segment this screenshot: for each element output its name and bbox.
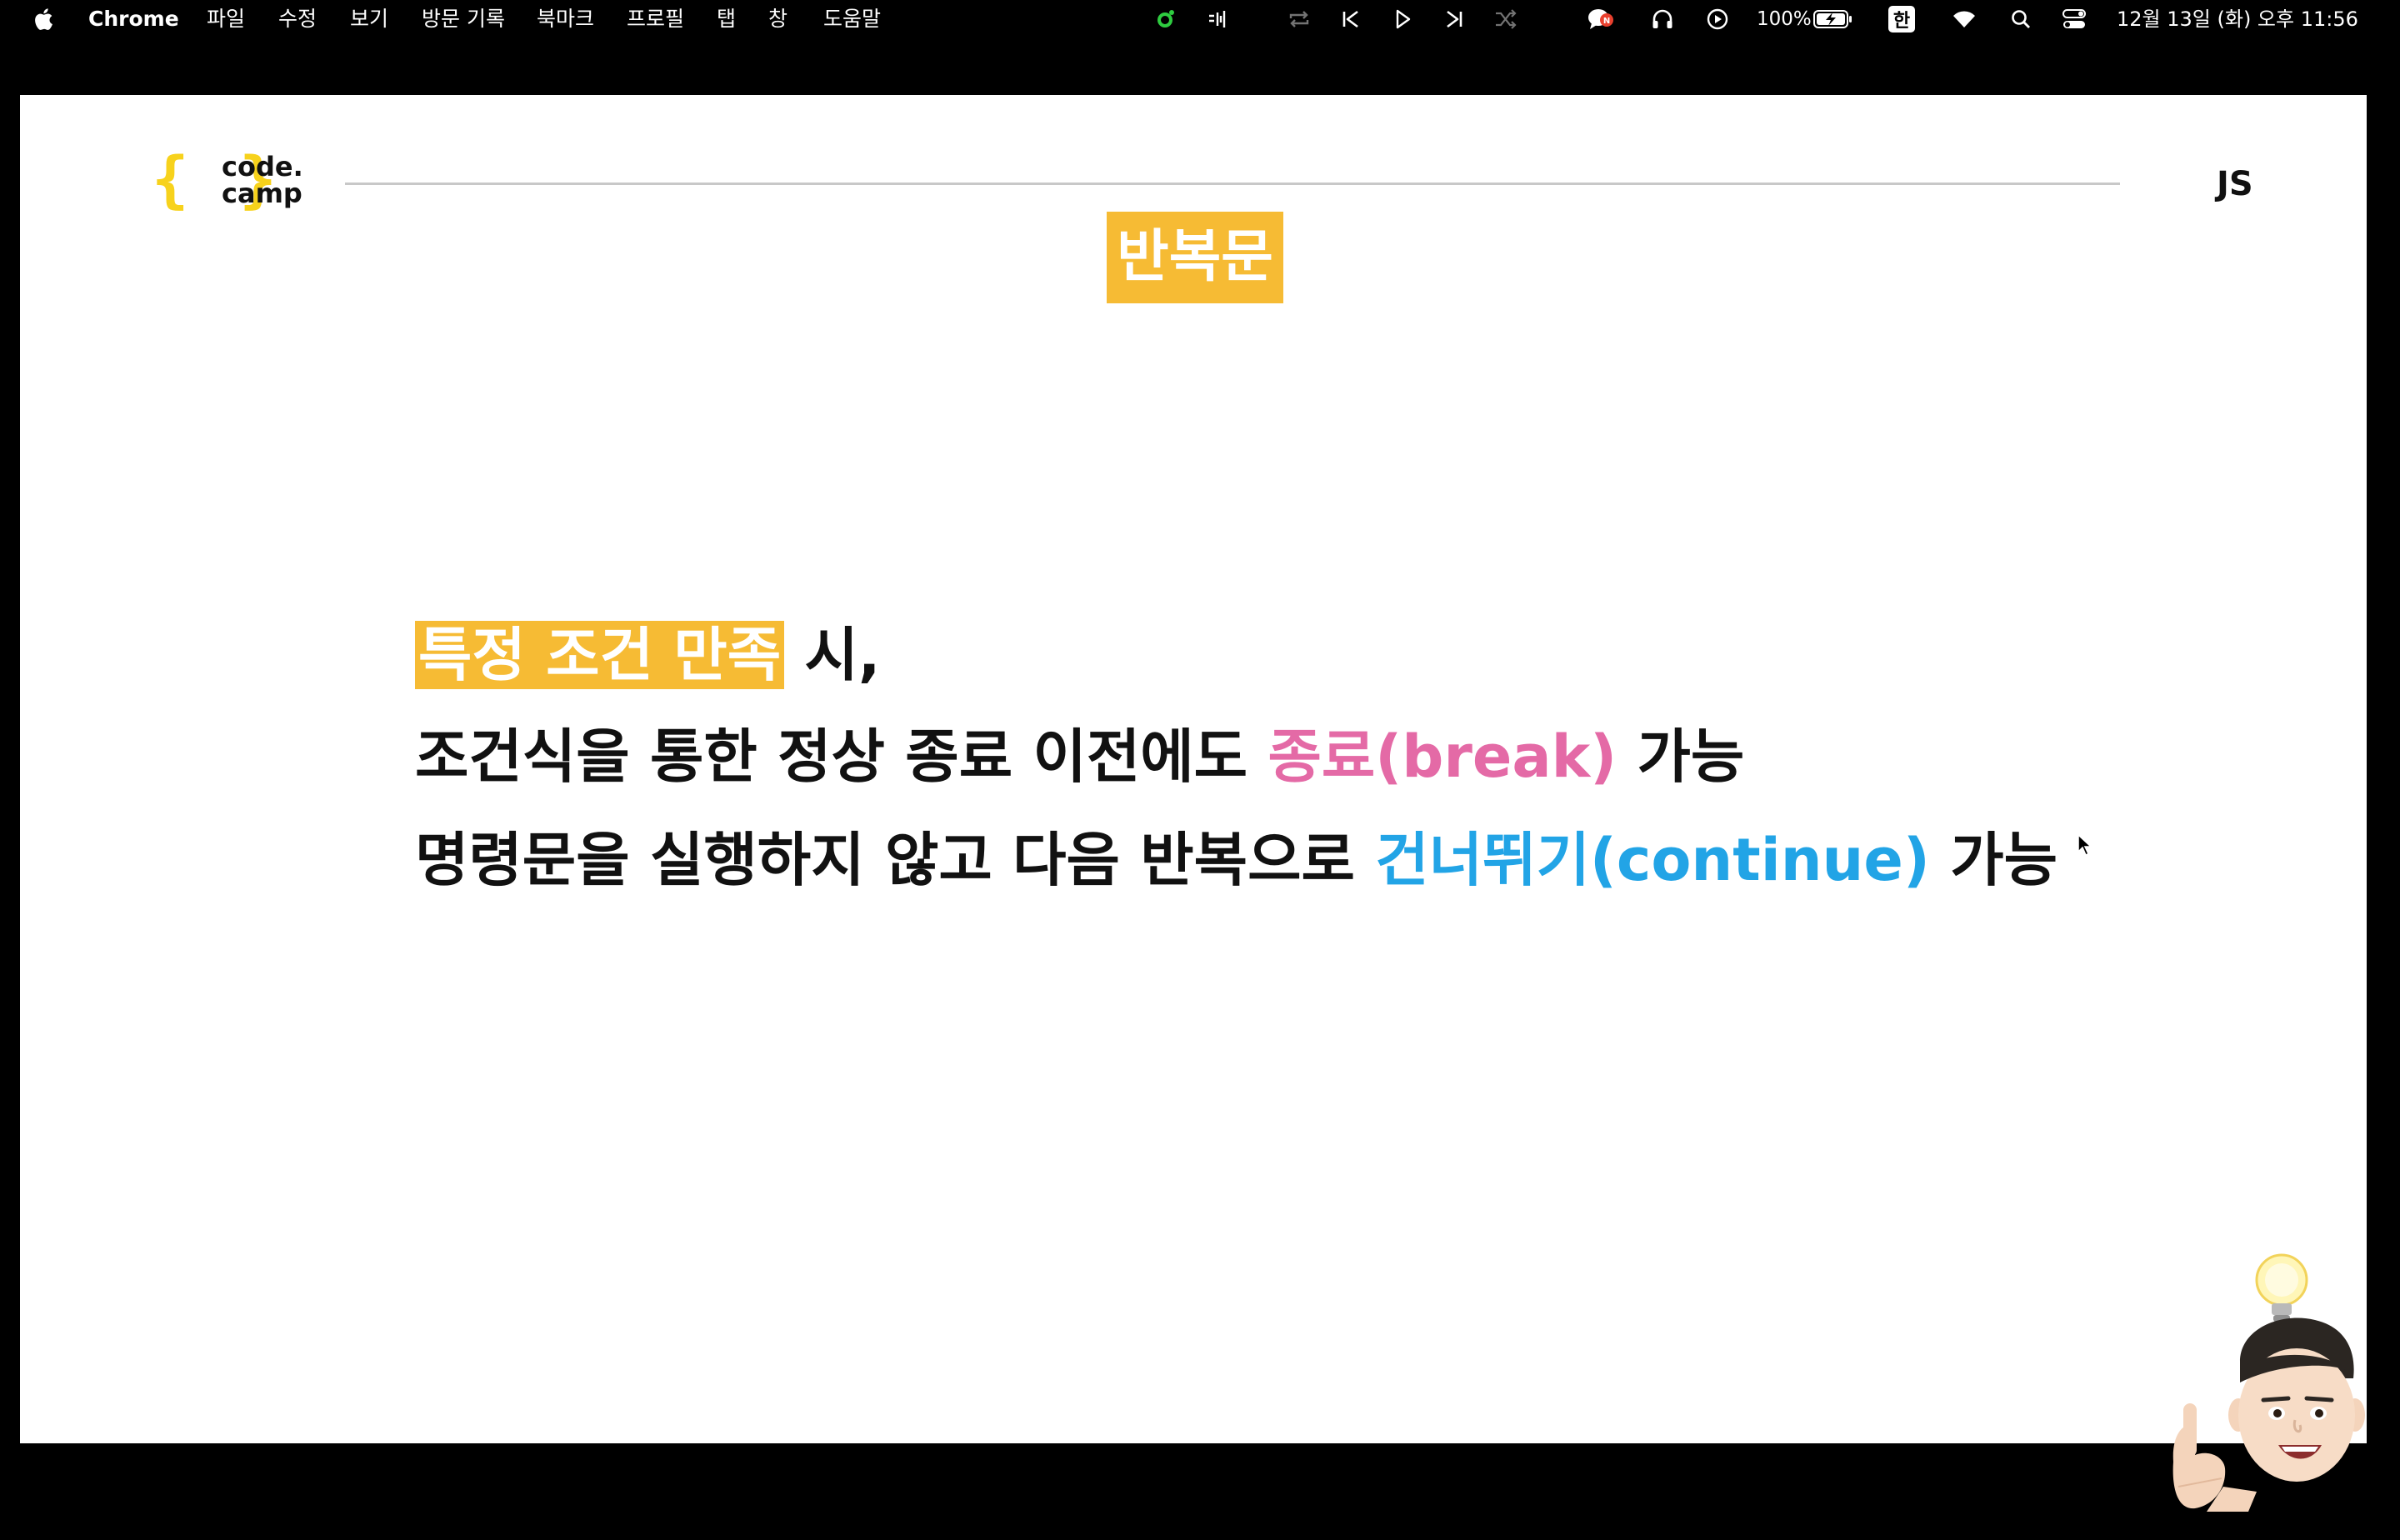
line-2-before: 조건식을 통한 정상 종료 이전에도 xyxy=(415,722,1268,791)
line-2-after: 가능 xyxy=(1617,722,1745,791)
memoji-avatar xyxy=(2157,1237,2367,1537)
repeat-icon[interactable] xyxy=(1285,5,1313,33)
break-keyword: 종료(break) xyxy=(1268,722,1618,791)
shuffle-icon[interactable] xyxy=(1492,5,1520,33)
slide-window: { } code. camp JS 반복문 특정 조건 만족 시, 조건식을 통… xyxy=(20,95,2367,1512)
battery-charging-icon[interactable] xyxy=(1812,5,1855,33)
menubar-datetime[interactable]: 12월 13일 (화) 오후 11:56 xyxy=(2117,4,2358,34)
wifi-icon[interactable] xyxy=(1950,5,1978,33)
slide-title: 반복문 xyxy=(1107,212,1283,303)
notification-icon[interactable]: N xyxy=(1587,5,1615,33)
menu-help[interactable]: 도움말 xyxy=(823,4,881,34)
search-icon[interactable] xyxy=(2007,5,2035,33)
header-divider xyxy=(345,182,2120,185)
logo-line-2: camp xyxy=(222,178,302,209)
line-3-after: 가능 xyxy=(1929,826,2058,894)
continue-keyword: 건너뛰기(continue) xyxy=(1375,826,1930,894)
menu-view[interactable]: 보기 xyxy=(350,4,388,34)
menu-profile[interactable]: 프로필 xyxy=(627,4,684,34)
svg-text:N: N xyxy=(1603,17,1610,26)
menu-tab[interactable]: 탭 xyxy=(717,4,736,34)
lightbulb-icon xyxy=(2255,1253,2308,1322)
line-1-rest: 시, xyxy=(784,621,881,689)
input-method-icon[interactable]: 한 xyxy=(1888,6,1915,32)
body-line-3: 명령문을 실행하지 않고 다음 반복으로 건너뛰기(continue) 가능 xyxy=(415,820,2058,900)
input-method-label: 한 xyxy=(1892,11,1911,32)
control-center-icon[interactable] xyxy=(2060,5,2088,33)
sound-wave-icon[interactable] xyxy=(1203,5,1232,33)
menu-edit[interactable]: 수정 xyxy=(278,4,317,34)
play-icon[interactable] xyxy=(1388,5,1417,33)
highlighted-condition-text: 특정 조건 만족 xyxy=(415,621,785,689)
menu-bookmarks[interactable]: 북마크 xyxy=(537,4,594,34)
line-3-before: 명령문을 실행하지 않고 다음 반복으로 xyxy=(415,826,1376,894)
next-track-icon[interactable] xyxy=(1440,5,1468,33)
logo-line-1: code. xyxy=(222,151,303,182)
menu-bar: Chrome 파일 수정 보기 방문 기록 북마크 프로필 탭 창 도움말 N … xyxy=(0,0,2400,38)
apple-logo-icon[interactable] xyxy=(28,5,57,33)
codecamp-logo-text: code. camp xyxy=(222,153,338,207)
battery-percent: 100% xyxy=(1757,8,1812,30)
menu-window[interactable]: 창 xyxy=(768,4,788,34)
app-name-menu[interactable]: Chrome xyxy=(88,4,179,34)
body-line-2: 조건식을 통한 정상 종료 이전에도 종료(break) 가능 xyxy=(415,717,1744,797)
menu-history[interactable]: 방문 기록 xyxy=(422,4,505,34)
play-circle-icon[interactable] xyxy=(1703,5,1732,33)
js-label: JS xyxy=(2217,165,2253,203)
previous-track-icon[interactable] xyxy=(1337,5,1365,33)
body-line-1: 특정 조건 만족 시, xyxy=(415,615,881,695)
mouse-cursor-icon xyxy=(2077,833,2093,860)
green-status-icon[interactable] xyxy=(1152,5,1180,33)
menu-file[interactable]: 파일 xyxy=(207,4,245,34)
headphones-icon[interactable] xyxy=(1648,5,1677,33)
